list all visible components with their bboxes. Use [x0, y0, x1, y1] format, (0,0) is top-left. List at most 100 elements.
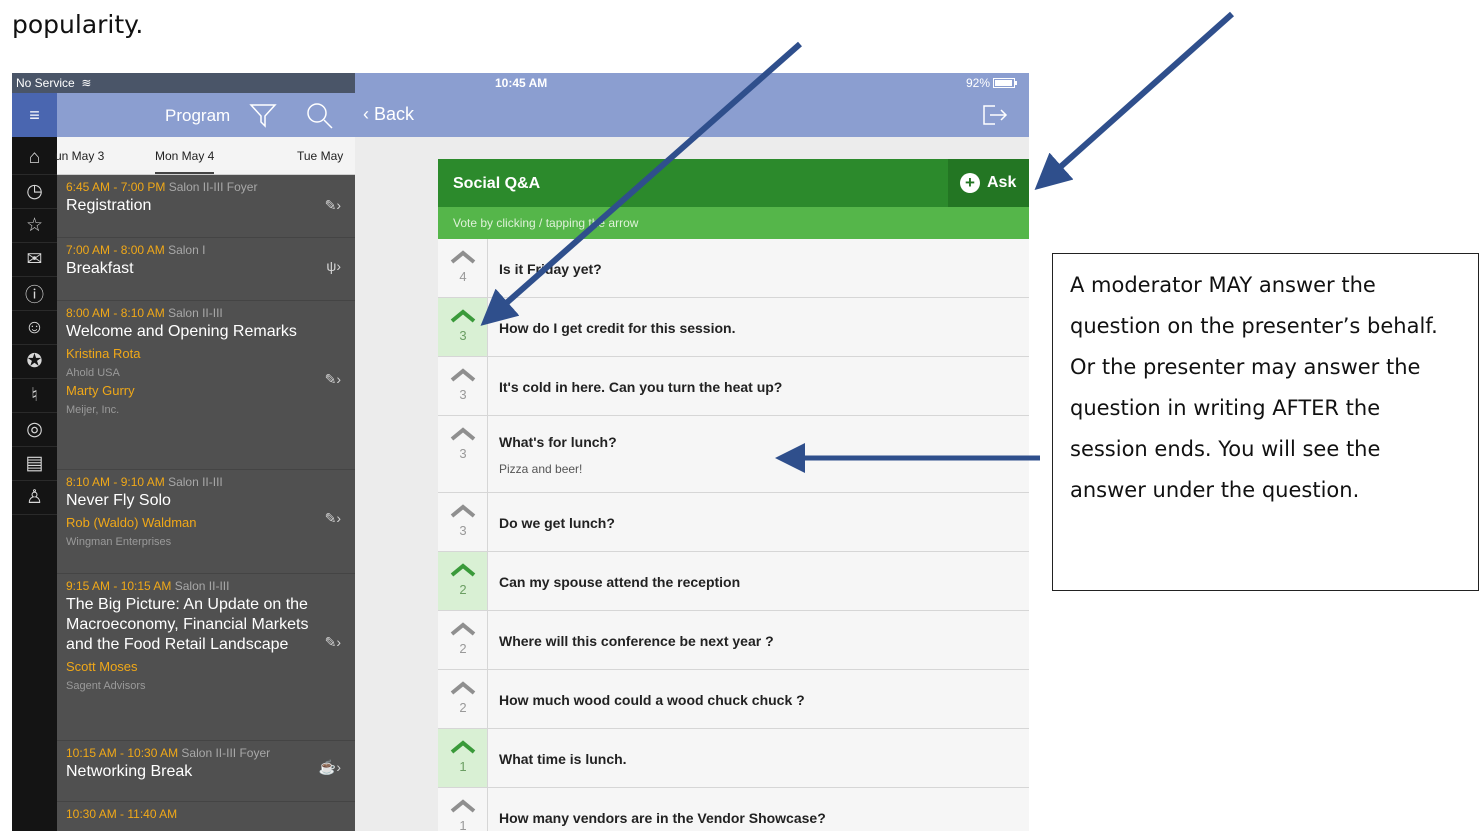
vote-button[interactable]: 3: [438, 416, 488, 492]
pen-chevron-icon[interactable]: ✎›: [325, 634, 341, 651]
question-row: 1 How many vendors are in the Vendor Show…: [438, 788, 1029, 831]
tab-sun-may-3[interactable]: un May 3: [55, 149, 104, 163]
speaker-org: Sagent Advisors: [66, 680, 146, 692]
pen-chevron-icon[interactable]: ✎›: [325, 510, 341, 527]
vote-button[interactable]: 3: [438, 493, 488, 551]
session-welcome[interactable]: 8:00 AM - 8:10 AM Salon II-III Welcome a…: [57, 301, 355, 470]
session-registration[interactable]: 6:45 AM - 7:00 PM Salon II-III Foyer Reg…: [57, 175, 355, 238]
vote-button[interactable]: 2: [438, 611, 488, 669]
document-text: popularity.: [12, 10, 144, 39]
status-bar-right: 10:45 AM 92%: [355, 73, 1029, 93]
vote-count: 1: [459, 759, 467, 774]
question-text: What's for lunch?: [499, 434, 617, 450]
session-room: Salon II-III: [168, 306, 223, 320]
status-bar-left: No Service ≋: [12, 73, 355, 93]
question-text: How do I get credit for this session.: [499, 320, 736, 336]
upvote-arrow-icon[interactable]: [450, 367, 476, 383]
session-room: Salon II-III: [168, 475, 223, 489]
battery-percent: 92%: [965, 76, 990, 90]
awards-icon[interactable]: ✪: [12, 345, 57, 379]
back-button[interactable]: ‹ Back: [363, 104, 414, 125]
speaker-org: Ahold USA: [66, 367, 120, 379]
location-icon[interactable]: ◎: [12, 413, 57, 447]
vote-button[interactable]: 3: [438, 298, 488, 356]
clock-icon[interactable]: ◷: [12, 175, 57, 209]
session-breakfast[interactable]: 7:00 AM - 8:00 AM Salon I Breakfast ψ›: [57, 238, 355, 301]
upvote-arrow-icon[interactable]: [450, 503, 476, 519]
question-text: What time is lunch.: [499, 751, 627, 767]
session-never-fly-solo[interactable]: 8:10 AM - 9:10 AM Salon II-III Never Fly…: [57, 470, 355, 574]
upvote-arrow-icon[interactable]: [450, 621, 476, 637]
fork-knife-chevron-icon[interactable]: ψ›: [326, 258, 341, 274]
star-icon[interactable]: ☆: [12, 209, 57, 243]
upvote-arrow-icon[interactable]: [450, 249, 476, 265]
vote-count: 3: [459, 523, 467, 538]
plus-circle-icon: +: [960, 173, 980, 193]
upvote-arrow-icon[interactable]: [450, 308, 476, 324]
search-icon[interactable]: [305, 101, 335, 131]
filter-icon[interactable]: [249, 101, 277, 129]
session-big-picture[interactable]: 9:15 AM - 10:15 AM Salon II-III The Big …: [57, 574, 355, 741]
vote-button[interactable]: 2: [438, 670, 488, 728]
program-header: Program: [57, 93, 355, 137]
vote-button[interactable]: 1: [438, 788, 488, 831]
upvote-arrow-icon[interactable]: [450, 798, 476, 814]
session-time: 8:00 AM - 8:10 AM Salon II-III: [66, 306, 223, 320]
session-time: 10:15 AM - 10:30 AM Salon II-III Foyer: [66, 746, 271, 760]
qa-title: Social Q&A: [453, 175, 541, 192]
mail-icon[interactable]: ✉: [12, 243, 57, 277]
question-text: Is it Friday yet?: [499, 261, 602, 277]
vote-button[interactable]: 3: [438, 357, 488, 415]
upvote-arrow-icon[interactable]: [450, 739, 476, 755]
info-icon[interactable]: ⓘ: [12, 277, 57, 311]
question-row: 1 What time is lunch.: [438, 729, 1029, 788]
ask-button[interactable]: + Ask: [948, 159, 1029, 207]
menu-icon[interactable]: ≡: [12, 93, 57, 137]
question-text: It's cold in here. Can you turn the heat…: [499, 379, 783, 395]
vote-button[interactable]: 2: [438, 552, 488, 610]
question-row: 3 How do I get credit for this session.: [438, 298, 1029, 357]
vote-button[interactable]: 1: [438, 729, 488, 787]
speaker-name: Marty Gurry: [66, 383, 135, 398]
tab-mon-may-4[interactable]: Mon May 4: [155, 149, 215, 174]
person-icon[interactable]: ♙: [12, 481, 57, 515]
ask-label: Ask: [987, 174, 1017, 191]
session-title: Networking Break: [66, 763, 193, 780]
vote-count: 3: [459, 446, 467, 461]
vote-count: 1: [459, 818, 467, 831]
qa-header: Social Q&A + Ask: [438, 159, 1029, 207]
upvote-arrow-icon[interactable]: [450, 680, 476, 696]
upvote-arrow-icon[interactable]: [450, 426, 476, 442]
session-time: 8:10 AM - 9:10 AM Salon II-III: [66, 475, 223, 489]
session-time: 9:15 AM - 10:15 AM Salon II-III: [66, 579, 230, 593]
vote-instruction: Vote by clicking / tapping the arrow: [438, 207, 1029, 239]
nav-rail: ≡ ⌂ ◷ ☆ ✉ ⓘ ☺ ✪ ♮ ◎ ▤ ♙: [12, 93, 57, 831]
coffee-chevron-icon[interactable]: ☕›: [319, 759, 341, 776]
pen-chevron-icon[interactable]: ✎›: [325, 197, 341, 214]
presentation-icon[interactable]: ▤: [12, 447, 57, 481]
upvote-arrow-icon[interactable]: [450, 562, 476, 578]
question-row: 4 Is it Friday yet?: [438, 239, 1029, 298]
session-networking-break[interactable]: 10:15 AM - 10:30 AM Salon II-III Foyer N…: [57, 741, 355, 802]
session-title: Welcome and Opening Remarks: [66, 323, 297, 340]
battery-icon: [993, 78, 1017, 88]
question-row: 2 Where will this conference be next year…: [438, 611, 1029, 670]
session-title: The Big Picture: An Update on the Macroe…: [66, 596, 309, 653]
question-row: 3 Do we get lunch?: [438, 493, 1029, 552]
question-text: How much wood could a wood chuck chuck ?: [499, 692, 805, 708]
exit-icon[interactable]: [981, 103, 1009, 127]
speaker-org: Meijer, Inc.: [66, 404, 120, 416]
tab-tue-may[interactable]: Tue May: [297, 149, 343, 163]
session-room: Salon I: [168, 243, 206, 257]
vote-count: 2: [459, 641, 467, 656]
microphone-icon[interactable]: ♮: [12, 379, 57, 413]
vote-button[interactable]: 4: [438, 239, 488, 297]
carrier-label: No Service: [16, 76, 75, 90]
pen-chevron-icon[interactable]: ✎›: [325, 371, 341, 388]
battery-status: 92%: [965, 76, 1017, 90]
home-icon[interactable]: ⌂: [12, 141, 57, 175]
wifi-icon: ≋: [78, 76, 92, 90]
people-icon[interactable]: ☺: [12, 311, 57, 345]
question-text: Where will this conference be next year …: [499, 633, 774, 649]
session-next[interactable]: 10:30 AM - 11:40 AM: [57, 802, 355, 831]
